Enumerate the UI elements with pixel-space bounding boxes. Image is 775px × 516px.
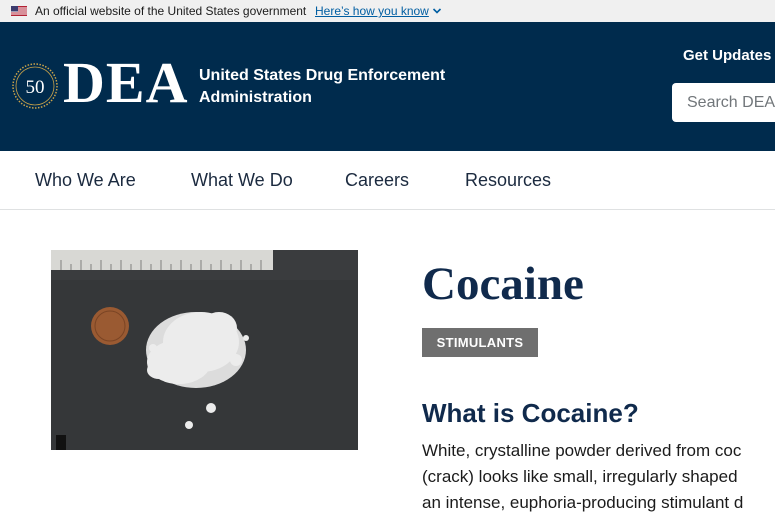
- get-updates-link[interactable]: Get Updates: [683, 47, 771, 64]
- heres-how-you-know-link[interactable]: Here’s how you know: [315, 4, 429, 18]
- us-flag-icon: [11, 6, 27, 16]
- section-heading: What is Cocaine?: [422, 398, 639, 428]
- dea-logo-wordmark[interactable]: DEA: [63, 52, 188, 114]
- description-text: White, crystalline powder derived from c…: [422, 438, 775, 516]
- gov-banner: An official website of the United States…: [0, 0, 775, 22]
- description-line: White, crystalline powder derived from c…: [422, 441, 742, 460]
- nav-item-careers[interactable]: Careers: [345, 170, 409, 191]
- search-input[interactable]: [672, 83, 775, 122]
- nav-item-what-we-do[interactable]: What We Do: [191, 170, 293, 191]
- agency-name-line1: United States Drug Enforcement: [199, 67, 446, 84]
- nav-item-who-we-are[interactable]: Who We Are: [35, 170, 136, 191]
- page-title: Cocaine: [422, 258, 584, 310]
- seal-number: 50: [26, 77, 45, 98]
- chevron-down-icon[interactable]: [432, 6, 442, 16]
- main-nav: Who We Are What We Do Careers Resources: [0, 151, 775, 210]
- search-box: [672, 83, 775, 122]
- agency-name[interactable]: United States Drug Enforcement Administr…: [199, 65, 459, 109]
- cocaine-photo: [51, 250, 358, 450]
- gov-banner-text: An official website of the United States…: [35, 4, 307, 18]
- ruler-image: [51, 250, 273, 270]
- site-header: 50 DEA United States Drug Enforcement Ad…: [0, 22, 775, 151]
- nav-item-resources[interactable]: Resources: [465, 170, 551, 191]
- dea-50-seal-icon[interactable]: 50: [11, 62, 59, 110]
- category-badge[interactable]: STIMULANTS: [422, 328, 538, 357]
- agency-name-line2: Administration: [199, 89, 312, 106]
- description-line: (crack) looks like small, irregularly sh…: [422, 467, 738, 486]
- penny-image: [91, 307, 129, 345]
- description-line: an intense, euphoria-producing stimulant…: [422, 493, 744, 512]
